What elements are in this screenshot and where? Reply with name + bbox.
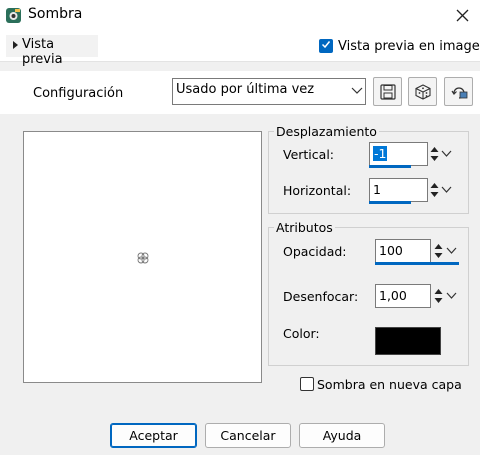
color-label: Color: bbox=[283, 326, 320, 341]
opacity-dropdown-chevron-icon[interactable] bbox=[446, 240, 457, 262]
attributes-legend: Atributos bbox=[274, 220, 335, 235]
checkmark-icon bbox=[322, 41, 330, 49]
opacity-slider-bar[interactable] bbox=[375, 262, 459, 265]
chevron-down-icon bbox=[351, 87, 363, 94]
horizontal-spin-arrows-icon[interactable] bbox=[429, 179, 440, 201]
preview-toggle-label: Vista previa bbox=[22, 37, 63, 67]
reset-defaults-icon bbox=[451, 87, 468, 99]
preset-value: Usado por última vez bbox=[176, 82, 315, 97]
opacity-input[interactable]: 100 bbox=[375, 239, 431, 263]
preset-dropdown[interactable]: Usado por última vez bbox=[172, 78, 366, 105]
vertical-dropdown-chevron-icon[interactable] bbox=[441, 143, 452, 165]
vertical-spin-arrows-icon[interactable] bbox=[429, 143, 440, 165]
close-button[interactable] bbox=[444, 0, 480, 31]
app-icon bbox=[6, 8, 21, 23]
random-dice-icon bbox=[415, 84, 431, 100]
horizontal-dropdown-chevron-icon[interactable] bbox=[441, 179, 452, 201]
preview-in-image-checkbox[interactable] bbox=[319, 39, 333, 53]
randomize-button[interactable] bbox=[408, 77, 437, 106]
save-icon bbox=[380, 84, 396, 100]
color-swatch[interactable] bbox=[375, 327, 441, 355]
vertical-slider-bar[interactable] bbox=[369, 165, 411, 168]
reset-defaults-button[interactable] bbox=[444, 77, 473, 106]
title-bar: Sombra bbox=[0, 0, 480, 31]
cancel-button[interactable]: Cancelar bbox=[205, 423, 291, 448]
blur-dropdown-chevron-icon[interactable] bbox=[446, 285, 457, 307]
help-button[interactable]: Ayuda bbox=[299, 423, 385, 448]
horizontal-input[interactable]: 1 bbox=[369, 178, 428, 202]
vertical-value: -1 bbox=[373, 146, 388, 161]
opacity-spin-arrows-icon[interactable] bbox=[433, 240, 444, 262]
horizontal-value: 1 bbox=[373, 182, 381, 197]
preview-toolbar: Vista previa Vista previa en imagen bbox=[0, 31, 480, 67]
ok-button[interactable]: Aceptar bbox=[110, 423, 197, 448]
opacity-label: Opacidad: bbox=[283, 244, 347, 259]
new-layer-label[interactable]: Sombra en nueva capa bbox=[317, 377, 462, 392]
vertical-input[interactable]: -1 bbox=[369, 142, 428, 166]
blur-label: Desenfocar: bbox=[283, 289, 359, 304]
close-icon bbox=[456, 9, 469, 22]
expand-arrow-icon bbox=[13, 41, 18, 49]
window-title: Sombra bbox=[28, 6, 83, 22]
config-label: Configuración bbox=[33, 86, 124, 101]
horizontal-label: Horizontal: bbox=[283, 183, 352, 198]
preview-toggle-button[interactable]: Vista previa bbox=[6, 35, 98, 67]
blur-value: 1,00 bbox=[379, 288, 407, 303]
preview-in-image-label[interactable]: Vista previa en imagen bbox=[338, 39, 480, 54]
displacement-legend: Desplazamiento bbox=[274, 124, 379, 139]
save-preset-button[interactable] bbox=[373, 77, 402, 106]
preview-canvas[interactable] bbox=[23, 131, 262, 383]
blur-input[interactable]: 1,00 bbox=[375, 284, 431, 308]
horizontal-slider-bar[interactable] bbox=[369, 201, 411, 204]
blur-spin-arrows-icon[interactable] bbox=[433, 285, 444, 307]
new-layer-checkbox[interactable] bbox=[300, 377, 314, 391]
config-row: Configuración Usado por última vez bbox=[0, 71, 480, 114]
vertical-label: Vertical: bbox=[283, 147, 335, 162]
preview-shape-icon bbox=[137, 252, 149, 264]
opacity-value: 100 bbox=[379, 243, 403, 258]
